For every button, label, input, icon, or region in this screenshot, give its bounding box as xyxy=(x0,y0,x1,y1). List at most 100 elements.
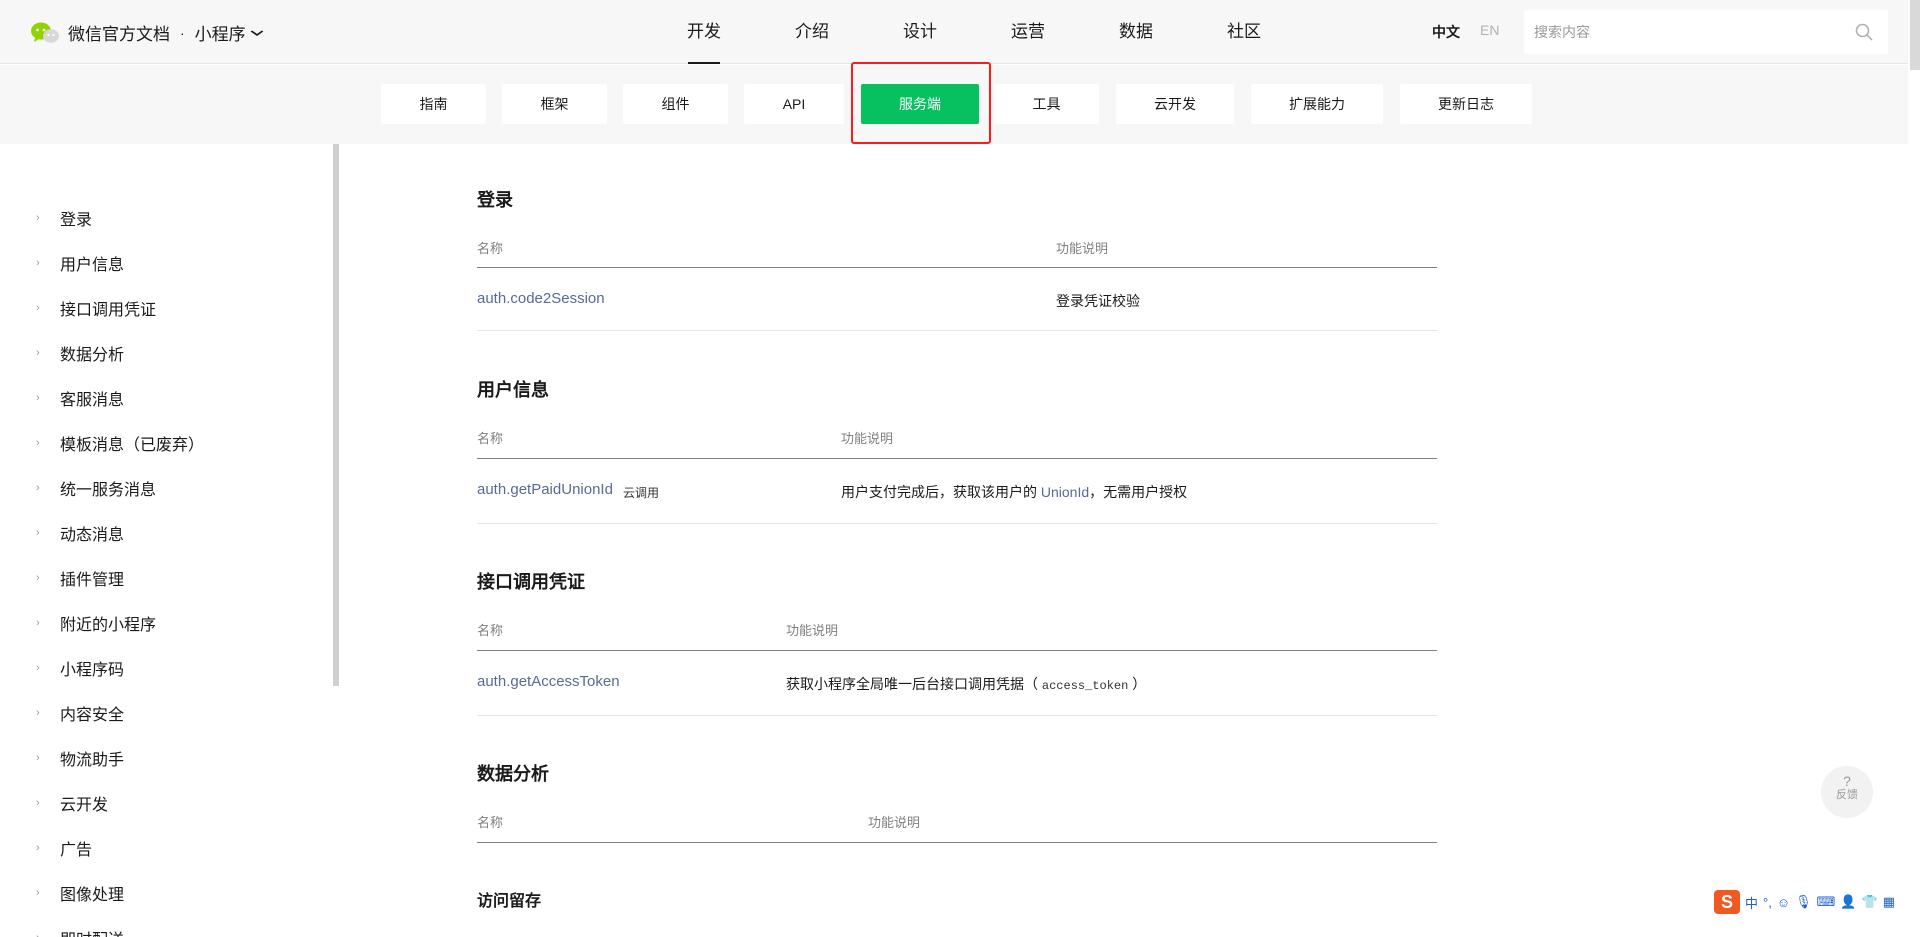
product-selector[interactable]: 小程序 xyxy=(195,20,246,45)
grid-icon[interactable]: ▦ xyxy=(1883,894,1895,910)
sidebar-item-updatable-message[interactable]: › 动态消息 xyxy=(36,521,124,545)
sidebar-item-label: 模板消息（已废弃） xyxy=(60,437,205,454)
main-nav-item-data[interactable]: 数据 xyxy=(1082,0,1190,64)
unionid-link[interactable]: UnionId xyxy=(1041,484,1089,500)
column-header-name: 名称 xyxy=(477,431,504,446)
top-navigation-bar: 微信官方文档 · 小程序 开发 介绍 设计 运营 数据 社区 中文 EN xyxy=(0,0,1908,64)
search-icon[interactable] xyxy=(1854,22,1874,42)
main-nav-item-operation[interactable]: 运营 xyxy=(974,0,1082,64)
column-header-name: 名称 xyxy=(477,815,504,830)
sidebar-item-template-message[interactable]: › 模板消息（已废弃） xyxy=(36,431,204,455)
chevron-right-icon: › xyxy=(36,572,40,584)
lang-zh-link[interactable]: 中文 xyxy=(1432,22,1460,42)
table-row-divider xyxy=(477,715,1437,716)
api-link-code2session[interactable]: auth.code2Session xyxy=(477,290,605,307)
chevron-right-icon: › xyxy=(36,662,40,674)
ime-mode-toggle[interactable]: 中 xyxy=(1745,893,1758,912)
brand-separator: · xyxy=(180,24,185,41)
sidebar-item-label: 物流助手 xyxy=(60,752,125,769)
sidebar-item-label: 内容安全 xyxy=(60,707,125,724)
chevron-right-icon: › xyxy=(36,842,40,854)
lang-en-link[interactable]: EN xyxy=(1480,22,1499,42)
subnav-tools[interactable]: 工具 xyxy=(994,84,1099,124)
sidebar-item-label: 用户信息 xyxy=(60,257,125,274)
sidebar: › 登录 › 用户信息 › 接口调用凭证 › 数据分析 › 客服消息 › 模板消息（已废弃）… xyxy=(0,144,334,937)
sidebar-item-logistics[interactable]: › 物流助手 xyxy=(36,746,124,770)
brand[interactable]: 微信官方文档 · 小程序 xyxy=(30,20,264,45)
sidebar-item-nearby[interactable]: › 附近的小程序 xyxy=(36,611,156,635)
table-header-divider xyxy=(477,458,1437,459)
sidebar-item-label: 接口调用凭证 xyxy=(60,302,157,319)
section-title-user-info: 用户信息 xyxy=(477,380,549,400)
sidebar-item-label: 数据分析 xyxy=(60,347,125,364)
search-box xyxy=(1524,10,1888,54)
language-switch: 中文 EN xyxy=(1432,22,1499,42)
sidebar-scrollbar[interactable] xyxy=(333,144,339,686)
table-row-divider xyxy=(477,523,1437,524)
sidebar-item-data-analysis[interactable]: › 数据分析 xyxy=(36,341,124,365)
sidebar-item-security[interactable]: › 内容安全 xyxy=(36,701,124,725)
brand-title: 微信官方文档 xyxy=(68,25,170,44)
sidebar-item-uniform-message[interactable]: › 统一服务消息 xyxy=(36,476,156,500)
keyboard-icon[interactable]: ⌨ xyxy=(1817,894,1836,910)
section-title-data-analysis: 数据分析 xyxy=(477,764,549,784)
sidebar-item-img[interactable]: › 图像处理 xyxy=(36,881,124,905)
cloud-call-badge: 云调用 xyxy=(623,486,660,500)
sidebar-item-label: 登录 xyxy=(60,212,93,229)
column-header-desc: 功能说明 xyxy=(1056,241,1109,256)
search-input[interactable] xyxy=(1524,10,1824,54)
sidebar-item-user-info[interactable]: › 用户信息 xyxy=(36,251,124,275)
chevron-right-icon: › xyxy=(36,932,44,937)
sidebar-item-access-token[interactable]: › 接口调用凭证 xyxy=(36,296,156,320)
sidebar-item-login[interactable]: › 登录 xyxy=(36,206,92,230)
column-header-name: 名称 xyxy=(477,623,504,638)
ime-punctuation-toggle[interactable]: °, xyxy=(1763,895,1772,910)
subnav-api[interactable]: API xyxy=(744,84,844,124)
main-nav-item-design[interactable]: 设计 xyxy=(866,0,974,64)
main-nav-item-intro[interactable]: 介绍 xyxy=(758,0,866,64)
api-description: 用户支付完成后，获取该用户的 UnionId，无需用户授权 xyxy=(841,482,1187,502)
sidebar-item-cloudbase[interactable]: › 云开发 xyxy=(36,791,108,815)
sidebar-item-plugin[interactable]: › 插件管理 xyxy=(36,566,124,590)
microphone-icon[interactable]: 🎙 xyxy=(1795,894,1812,910)
sidebar-item-label: 广告 xyxy=(60,842,93,859)
sidebar-item-label: 客服消息 xyxy=(60,392,125,409)
api-link-getpaidunionid[interactable]: auth.getPaidUnionId xyxy=(477,481,613,498)
feedback-button[interactable]: ? 反馈 xyxy=(1821,766,1873,818)
chevron-down-icon[interactable] xyxy=(250,26,264,40)
page-scrollbar[interactable] xyxy=(1910,0,1920,70)
subnav-framework[interactable]: 框架 xyxy=(502,84,607,124)
column-header-desc: 功能说明 xyxy=(786,623,839,638)
chevron-right-icon: › xyxy=(36,797,40,809)
table-row-divider xyxy=(477,330,1437,331)
code-access-token: access_token xyxy=(1041,679,1129,693)
table-header-divider xyxy=(477,650,1437,651)
subnav-cloud[interactable]: 云开发 xyxy=(1116,84,1234,124)
sidebar-item-delivery[interactable]: › 即时配送 xyxy=(36,926,124,937)
column-header-name: 名称 xyxy=(477,241,504,256)
sidebar-item-ad[interactable]: › 广告 xyxy=(36,836,92,860)
chevron-right-icon: › xyxy=(36,527,40,539)
main-nav-item-develop[interactable]: 开发 xyxy=(650,0,758,64)
desc-text: ） xyxy=(1128,676,1147,692)
question-icon: ? xyxy=(1843,773,1851,789)
subnav-server[interactable]: 服务端 xyxy=(861,84,979,124)
chevron-right-icon: › xyxy=(36,392,40,404)
subnav-component[interactable]: 组件 xyxy=(623,84,728,124)
section-title-access-token: 接口调用凭证 xyxy=(477,572,585,592)
user-icon[interactable]: 👤 xyxy=(1840,894,1856,910)
api-link-getaccesstoken[interactable]: auth.getAccessToken xyxy=(477,673,620,690)
sidebar-item-qrcode[interactable]: › 小程序码 xyxy=(36,656,124,680)
skin-icon[interactable]: 👕 xyxy=(1862,894,1878,910)
wechat-logo-icon xyxy=(30,21,60,45)
desc-text: ，无需用户授权 xyxy=(1089,484,1188,500)
sogou-logo-icon[interactable]: S xyxy=(1714,890,1740,914)
subnav-changelog[interactable]: 更新日志 xyxy=(1400,84,1532,124)
main-nav-item-community[interactable]: 社区 xyxy=(1190,0,1298,64)
sidebar-item-label: 图像处理 xyxy=(60,887,125,904)
sidebar-item-label: 统一服务消息 xyxy=(60,482,157,499)
emoji-icon[interactable]: ☺ xyxy=(1777,895,1790,910)
subnav-guide[interactable]: 指南 xyxy=(381,84,486,124)
subnav-extension[interactable]: 扩展能力 xyxy=(1251,84,1383,124)
sidebar-item-customer-message[interactable]: › 客服消息 xyxy=(36,386,124,410)
